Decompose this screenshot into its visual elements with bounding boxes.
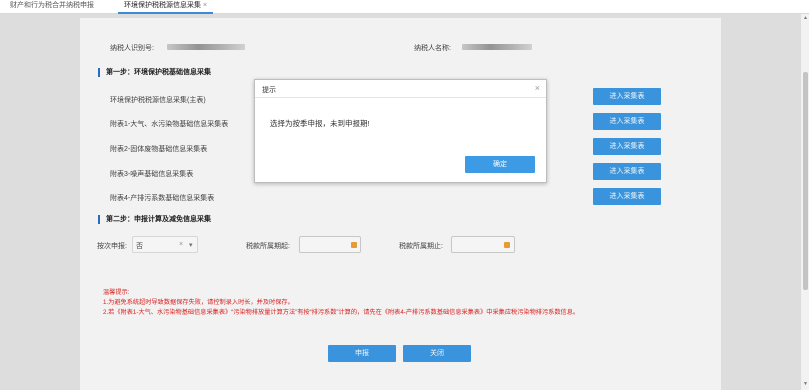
tab-env-tax-collection[interactable]: 环境保护税税源信息采集 × [118, 0, 214, 14]
tab-close-icon[interactable]: × [203, 2, 207, 9]
dialog-title: 提示 [262, 87, 276, 94]
scrollbar-thumb[interactable] [803, 72, 808, 290]
close-icon[interactable]: × [535, 83, 540, 93]
alert-dialog: 提示 × 选择为按季申报，未到申报期! 确定 [254, 79, 547, 183]
vertical-scrollbar[interactable]: ▲ ▼ [800, 14, 809, 390]
dialog-message: 选择为按季申报，未到申报期! [270, 119, 370, 128]
tab-label: 环境保护税税源信息采集 [124, 2, 201, 9]
tab-bar: 财产和行为税合并纳税申报 环境保护税税源信息采集 × [0, 0, 809, 14]
tab-property-tax[interactable]: 财产和行为税合并纳税申报 [4, 0, 100, 14]
scroll-down-arrow-icon[interactable]: ▼ [802, 381, 809, 388]
scroll-up-arrow-icon[interactable]: ▲ [802, 15, 809, 22]
dialog-header: 提示 × [255, 80, 546, 98]
ok-button[interactable]: 确定 [465, 156, 535, 173]
modal-overlay [0, 14, 800, 390]
